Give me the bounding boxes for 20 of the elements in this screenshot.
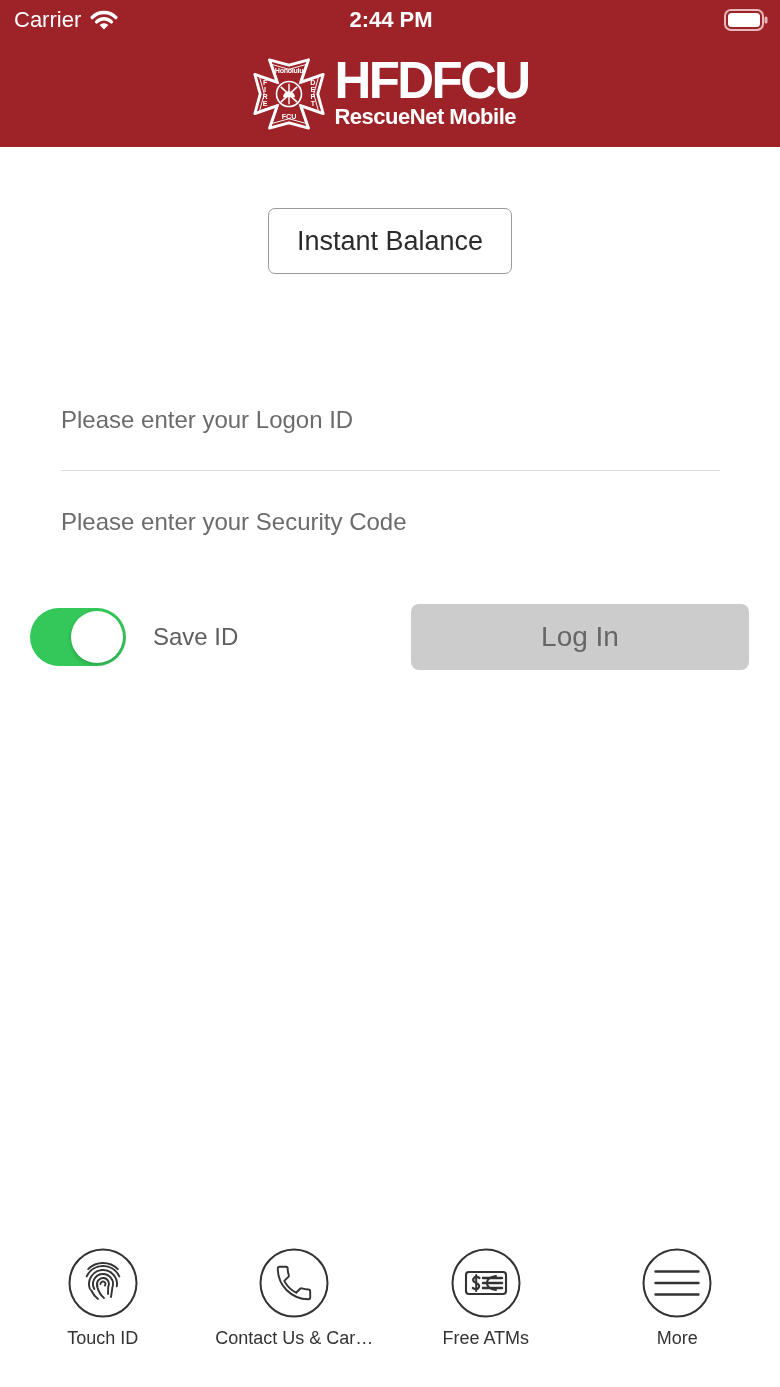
logo-subtitle: RescueNet Mobile bbox=[334, 104, 516, 130]
battery-icon bbox=[724, 9, 768, 31]
logo-title: HFDFCU bbox=[334, 57, 529, 104]
banknote-icon bbox=[450, 1248, 521, 1318]
input-field[interactable]: Please enter your Security Code bbox=[61, 471, 720, 572]
bottom-bar-item[interactable]: More bbox=[642, 1248, 713, 1349]
menu-icon bbox=[642, 1248, 713, 1318]
phone-icon bbox=[259, 1248, 330, 1318]
wifi-icon bbox=[90, 10, 119, 30]
save-id-toggle[interactable] bbox=[30, 608, 126, 666]
bottom-bar-item[interactable]: Contact Us & Car… bbox=[215, 1248, 374, 1349]
instant-balance-button[interactable]: Instant Balance bbox=[268, 208, 512, 274]
status-time: 2:44 PM bbox=[349, 7, 433, 33]
maltese-cross-icon bbox=[253, 57, 326, 130]
fingerprint-icon bbox=[67, 1248, 138, 1318]
save-id-label: Save ID bbox=[153, 623, 239, 651]
carrier-name: Carrier bbox=[14, 7, 82, 33]
bottom-bar-item[interactable]: Touch ID bbox=[67, 1248, 139, 1349]
input-field[interactable]: Please enter your Logon ID bbox=[61, 370, 720, 471]
bottom-bar-item[interactable]: Free ATMs bbox=[442, 1248, 530, 1349]
